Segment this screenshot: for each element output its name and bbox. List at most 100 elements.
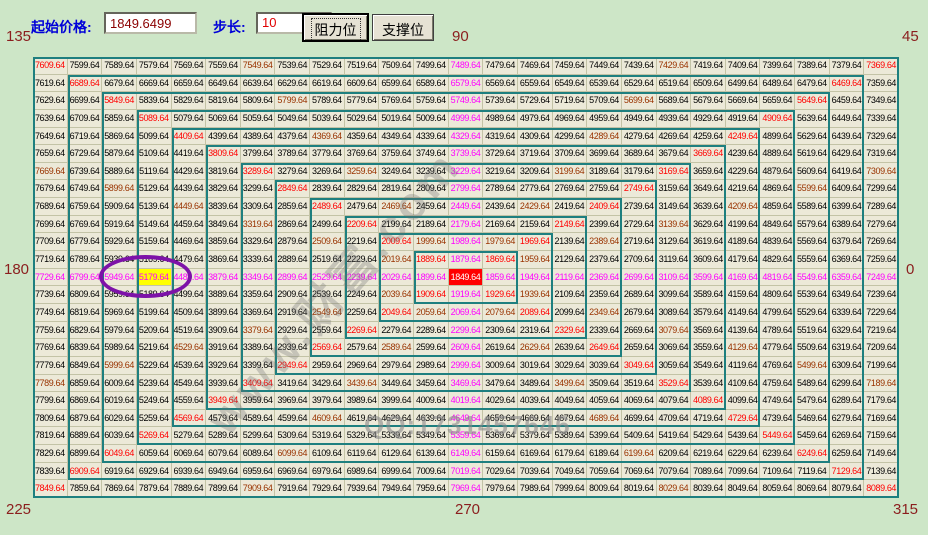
grid-cell[interactable]: 4669.64 bbox=[518, 410, 553, 428]
grid-cell[interactable]: 3589.64 bbox=[691, 286, 726, 304]
grid-cell[interactable]: 4639.64 bbox=[414, 410, 449, 428]
grid-cell[interactable]: 2899.64 bbox=[275, 269, 310, 287]
grid-cell[interactable]: 2569.64 bbox=[310, 339, 345, 357]
grid-cell[interactable]: 2719.64 bbox=[622, 233, 657, 251]
grid-cell[interactable]: 5109.64 bbox=[137, 145, 172, 163]
grid-cell[interactable]: 3099.64 bbox=[657, 286, 692, 304]
grid-cell[interactable]: 6459.64 bbox=[830, 92, 865, 110]
grid-cell[interactable]: 7199.64 bbox=[864, 357, 899, 375]
grid-cell[interactable]: 4709.64 bbox=[657, 410, 692, 428]
grid-cell[interactable]: 3789.64 bbox=[275, 145, 310, 163]
grid-cell[interactable]: 6349.64 bbox=[830, 286, 865, 304]
grid-cell[interactable]: 1949.64 bbox=[518, 269, 553, 287]
grid-cell[interactable]: 5189.64 bbox=[137, 286, 172, 304]
grid-cell[interactable]: 2679.64 bbox=[622, 304, 657, 322]
grid-cell[interactable]: 5359.64 bbox=[449, 427, 484, 445]
grid-cell[interactable]: 2139.64 bbox=[553, 233, 588, 251]
grid-cell[interactable]: 2429.64 bbox=[518, 198, 553, 216]
grid-cell[interactable]: 7239.64 bbox=[864, 286, 899, 304]
grid-cell[interactable]: 4319.64 bbox=[483, 128, 518, 146]
grid-cell[interactable]: 6719.64 bbox=[68, 128, 103, 146]
grid-cell[interactable]: 6159.64 bbox=[483, 445, 518, 463]
grid-cell[interactable]: 5909.64 bbox=[102, 198, 137, 216]
grid-cell[interactable]: 6759.64 bbox=[68, 198, 103, 216]
grid-cell[interactable]: 4389.64 bbox=[241, 128, 276, 146]
grid-cell[interactable]: 6109.64 bbox=[310, 445, 345, 463]
grid-cell[interactable]: 2319.64 bbox=[518, 322, 553, 340]
grid-cell[interactable]: 6829.64 bbox=[68, 322, 103, 340]
grid-cell[interactable]: 1909.64 bbox=[414, 286, 449, 304]
grid-cell[interactable]: 7029.64 bbox=[483, 463, 518, 481]
grid-cell[interactable]: 5519.64 bbox=[795, 322, 830, 340]
grid-cell[interactable]: 5139.64 bbox=[137, 198, 172, 216]
grid-cell[interactable]: 6659.64 bbox=[172, 75, 207, 93]
grid-cell[interactable]: 7719.64 bbox=[33, 251, 68, 269]
grid-cell[interactable]: 7919.64 bbox=[275, 480, 310, 498]
grid-cell[interactable]: 6839.64 bbox=[68, 339, 103, 357]
grid-cell[interactable]: 4779.64 bbox=[760, 339, 795, 357]
grid-cell[interactable]: 4279.64 bbox=[622, 128, 657, 146]
grid-cell[interactable]: 5569.64 bbox=[795, 233, 830, 251]
grid-cell[interactable]: 6749.64 bbox=[68, 180, 103, 198]
grid-cell[interactable]: 7459.64 bbox=[553, 57, 588, 75]
grid-cell[interactable]: 4049.64 bbox=[553, 392, 588, 410]
grid-cell[interactable]: 7509.64 bbox=[379, 57, 414, 75]
grid-cell[interactable]: 2329.64 bbox=[553, 322, 588, 340]
grid-cell[interactable]: 4039.64 bbox=[518, 392, 553, 410]
grid-cell[interactable]: 4269.64 bbox=[657, 128, 692, 146]
grid-cell[interactable]: 2209.64 bbox=[345, 216, 380, 234]
grid-cell[interactable]: 2859.64 bbox=[275, 198, 310, 216]
grid-cell[interactable]: 3909.64 bbox=[206, 322, 241, 340]
grid-cell[interactable]: 7549.64 bbox=[241, 57, 276, 75]
grid-cell[interactable]: 5369.64 bbox=[483, 427, 518, 445]
grid-cell[interactable]: 7049.64 bbox=[553, 463, 588, 481]
grid-cell[interactable]: 2549.64 bbox=[310, 304, 345, 322]
grid-cell[interactable]: 6879.64 bbox=[68, 410, 103, 428]
grid-cell[interactable]: 7259.64 bbox=[864, 251, 899, 269]
grid-cell[interactable]: 3579.64 bbox=[691, 304, 726, 322]
grid-cell[interactable]: 7329.64 bbox=[864, 128, 899, 146]
grid-cell[interactable]: 3249.64 bbox=[379, 163, 414, 181]
grid-cell[interactable]: 4979.64 bbox=[518, 110, 553, 128]
grid-cell[interactable]: 5339.64 bbox=[379, 427, 414, 445]
grid-cell[interactable]: 7689.64 bbox=[33, 198, 68, 216]
grid-cell[interactable]: 7759.64 bbox=[33, 322, 68, 340]
grid-cell[interactable]: 3029.64 bbox=[553, 357, 588, 375]
grid-cell[interactable]: 4799.64 bbox=[760, 304, 795, 322]
grid-cell[interactable]: 2039.64 bbox=[379, 286, 414, 304]
grid-cell[interactable]: 3459.64 bbox=[414, 375, 449, 393]
grid-cell[interactable]: 4629.64 bbox=[379, 410, 414, 428]
grid-cell[interactable]: 5859.64 bbox=[102, 110, 137, 128]
grid-cell[interactable]: 2119.64 bbox=[553, 269, 588, 287]
grid-cell[interactable]: 6029.64 bbox=[102, 410, 137, 428]
grid-cell[interactable]: 2179.64 bbox=[449, 216, 484, 234]
grid-cell[interactable]: 5119.64 bbox=[137, 163, 172, 181]
grid-cell[interactable]: 7699.64 bbox=[33, 216, 68, 234]
grid-cell[interactable]: 5949.64 bbox=[102, 269, 137, 287]
grid-cell[interactable]: 6039.64 bbox=[102, 427, 137, 445]
grid-cell[interactable]: 5469.64 bbox=[795, 410, 830, 428]
grid-cell[interactable]: 5079.64 bbox=[172, 110, 207, 128]
grid-cell[interactable]: 6679.64 bbox=[102, 75, 137, 93]
start-price-input[interactable] bbox=[104, 12, 197, 34]
grid-cell[interactable]: 7679.64 bbox=[33, 180, 68, 198]
grid-cell[interactable]: 2879.64 bbox=[275, 233, 310, 251]
grid-cell[interactable]: 5159.64 bbox=[137, 233, 172, 251]
grid-cell[interactable]: 5729.64 bbox=[518, 92, 553, 110]
grid-cell[interactable]: 5479.64 bbox=[795, 392, 830, 410]
grid-cell[interactable]: 2799.64 bbox=[449, 180, 484, 198]
grid-cell[interactable]: 6969.64 bbox=[275, 463, 310, 481]
grid-cell[interactable]: 4729.64 bbox=[726, 410, 761, 428]
grid-cell[interactable]: 8009.64 bbox=[587, 480, 622, 498]
grid-cell[interactable]: 4239.64 bbox=[726, 145, 761, 163]
grid-cell[interactable]: 1929.64 bbox=[483, 286, 518, 304]
grid-cell[interactable]: 5659.64 bbox=[760, 92, 795, 110]
grid-cell[interactable]: 1889.64 bbox=[414, 251, 449, 269]
grid-cell[interactable]: 5269.64 bbox=[137, 427, 172, 445]
grid-cell[interactable]: 3609.64 bbox=[691, 251, 726, 269]
grid-cell[interactable]: 2009.64 bbox=[379, 233, 414, 251]
grid-cell[interactable]: 8079.64 bbox=[830, 480, 865, 498]
grid-cell[interactable]: 7739.64 bbox=[33, 286, 68, 304]
grid-cell[interactable]: 4859.64 bbox=[760, 198, 795, 216]
grid-cell[interactable]: 2839.64 bbox=[310, 180, 345, 198]
